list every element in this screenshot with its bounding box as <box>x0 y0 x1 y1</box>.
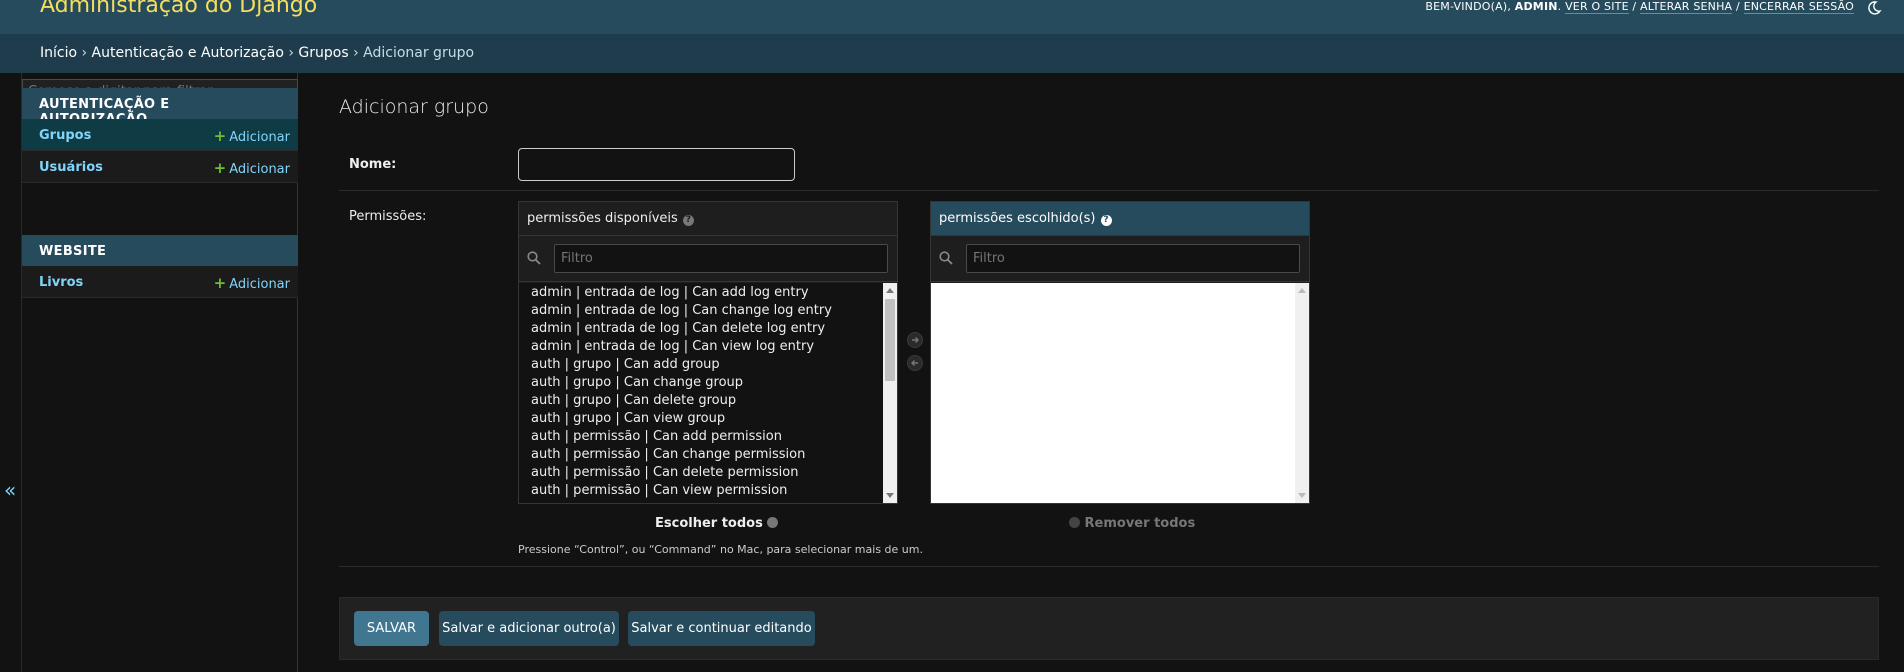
submit-row: Salvar Salvar e adicionar outro(a) Salva… <box>339 597 1879 660</box>
add-book-link[interactable]: + Adicionar <box>214 274 290 292</box>
save-and-add-another-button[interactable]: Salvar e adicionar outro(a) <box>439 611 619 646</box>
breadcrumb-auth[interactable]: Autenticação e Autorização <box>92 45 284 61</box>
scrollbar[interactable] <box>1295 283 1309 503</box>
remove-selected-button[interactable] <box>907 355 923 371</box>
plus-icon: + <box>213 159 227 177</box>
arrow-right-icon <box>767 517 779 528</box>
breadcrumb-current: Adicionar grupo <box>363 45 475 61</box>
available-filter-row <box>519 236 897 282</box>
breadcrumb-home[interactable]: Início <box>40 45 77 61</box>
chosen-permissions-list[interactable] <box>931 283 1309 503</box>
sidebar-item-users: Usuários + Adicionar <box>22 151 298 183</box>
name-input[interactable] <box>518 148 795 181</box>
permission-option[interactable]: auth | permissão | Can change permission <box>519 446 897 464</box>
scroll-up-arrow[interactable] <box>1298 288 1306 293</box>
available-permissions-list[interactable]: admin | entrada de log | Can add log ent… <box>519 283 897 503</box>
permission-option[interactable]: admin | entrada de log | Can delete log … <box>519 320 897 338</box>
chosen-filter-row <box>931 236 1309 282</box>
remove-all-link[interactable]: Remover todos <box>1069 516 1195 531</box>
module-caption-website[interactable]: Website <box>22 235 298 266</box>
welcome-text: BEM-VINDO(A), <box>1425 0 1512 13</box>
divider <box>339 566 1879 567</box>
help-text: Pressione “Control”, ou “Command” no Mac… <box>518 543 923 556</box>
search-icon <box>527 251 541 265</box>
sidebar-item-books: Livros + Adicionar <box>22 266 298 298</box>
site-name[interactable]: Administração do Django <box>40 0 317 18</box>
permission-option[interactable]: auth | grupo | Can delete group <box>519 392 897 410</box>
arrow-left-icon <box>911 360 918 366</box>
divider <box>339 190 1879 191</box>
chosen-title: permissões escolhido(s)? <box>931 202 1309 236</box>
sidebar-item-label[interactable]: Usuários <box>39 160 103 175</box>
save-and-continue-button[interactable]: Salvar e continuar editando <box>628 611 815 646</box>
scroll-down-arrow[interactable] <box>1298 493 1306 498</box>
permission-option[interactable]: admin | entrada de log | Can add log ent… <box>519 284 897 302</box>
plus-icon: + <box>213 274 227 292</box>
user-tools: BEM-VINDO(A), ADMIN. VER O SITE / ALTERA… <box>1425 0 1854 14</box>
add-selected-button[interactable] <box>907 332 923 348</box>
permission-option[interactable]: admin | entrada de log | Can view log en… <box>519 338 897 356</box>
header: Administração do Django BEM-VINDO(A), AD… <box>0 0 1904 34</box>
available-title: permissões disponíveis? <box>519 202 897 236</box>
nav-sidebar: Autenticação e Autorização Grupos +Adici… <box>22 73 298 672</box>
sidebar-item-label[interactable]: Livros <box>39 275 83 290</box>
permission-option[interactable]: auth | permissão | Can add permission <box>519 428 897 446</box>
scrollbar-thumb[interactable] <box>885 299 895 381</box>
arrow-left-icon <box>1069 517 1080 528</box>
permission-option[interactable]: auth | grupo | Can change group <box>519 374 897 392</box>
permission-option[interactable]: auth | grupo | Can view group <box>519 410 897 428</box>
add-user-link[interactable]: + Adicionar <box>214 159 290 177</box>
toggle-sidebar-button[interactable]: « <box>0 73 22 672</box>
breadcrumb: Início › Autenticação e Autorização › Gr… <box>0 34 1904 73</box>
help-icon[interactable]: ? <box>1100 215 1112 226</box>
module-caption-auth[interactable]: Autenticação e Autorização <box>22 88 298 127</box>
available-filter-input[interactable] <box>554 244 888 273</box>
permission-option[interactable]: auth | grupo | Can add group <box>519 356 897 374</box>
username: ADMIN <box>1514 0 1558 13</box>
scroll-up-arrow[interactable] <box>886 288 894 293</box>
sidebar-item-label[interactable]: Grupos <box>39 128 91 143</box>
arrow-right-icon <box>912 337 919 343</box>
change-password-link[interactable]: ALTERAR SENHA <box>1640 0 1733 14</box>
save-button[interactable]: Salvar <box>354 611 429 646</box>
choose-all-link[interactable]: Escolher todos <box>655 516 779 531</box>
moon-icon[interactable] <box>1866 0 1882 16</box>
breadcrumb-groups[interactable]: Grupos <box>298 45 348 61</box>
chosen-filter-input[interactable] <box>966 244 1300 273</box>
chosen-permissions-box: permissões escolhido(s)? <box>930 201 1310 504</box>
page-title: Adicionar grupo <box>339 96 489 118</box>
scroll-down-arrow[interactable] <box>886 493 894 498</box>
add-group-link[interactable]: + Adicionar <box>214 127 290 145</box>
scrollbar[interactable] <box>883 283 897 503</box>
plus-icon: + <box>213 127 227 145</box>
permission-option[interactable]: auth | permissão | Can view permission <box>519 482 897 500</box>
sidebar-item-groups: Grupos + Adicionar <box>22 119 298 151</box>
search-icon <box>939 251 953 265</box>
view-site-link[interactable]: VER O SITE <box>1565 0 1629 14</box>
name-label: Nome: <box>349 157 397 172</box>
logout-link[interactable]: ENCERRAR SESSÃO <box>1743 0 1854 14</box>
permissions-label: Permissões: <box>349 209 427 224</box>
permission-option[interactable]: auth | permissão | Can delete permission <box>519 464 897 482</box>
chevron-double-left-icon: « <box>4 478 17 502</box>
help-icon[interactable]: ? <box>682 215 694 226</box>
available-permissions-box: permissões disponíveis? admin | entrada … <box>518 201 898 504</box>
permission-option[interactable]: admin | entrada de log | Can change log … <box>519 302 897 320</box>
